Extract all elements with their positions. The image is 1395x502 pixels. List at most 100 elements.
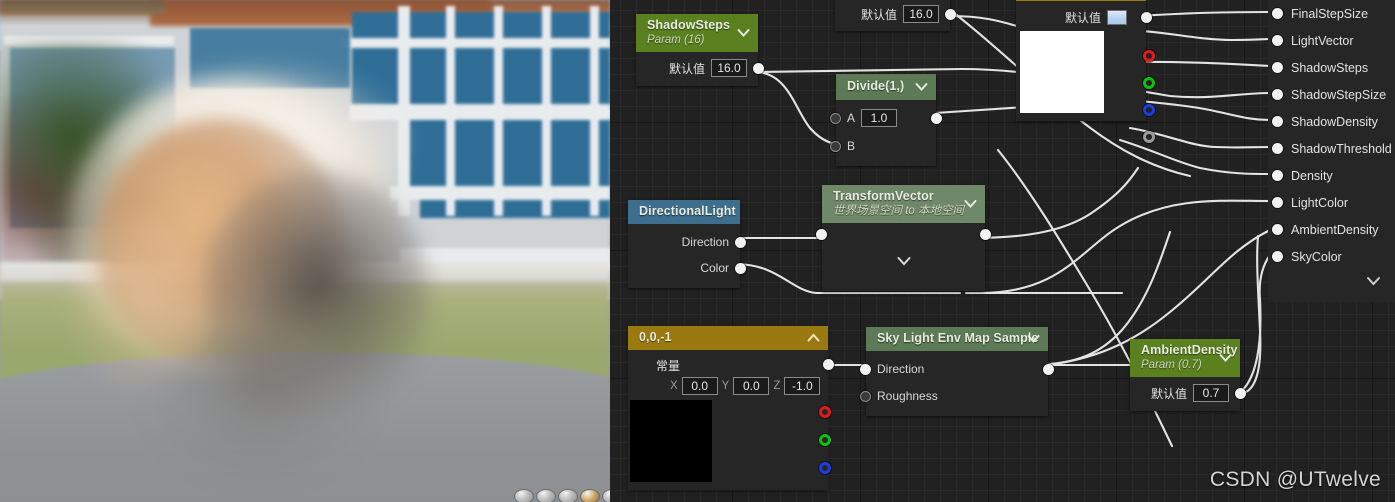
window-band-upper	[352, 12, 610, 108]
node-body: 默认值	[1016, 1, 1155, 143]
material-preview-viewport[interactable]	[0, 0, 610, 502]
node-header[interactable]: Sky Light Env Map Sample	[866, 327, 1048, 351]
output-pin[interactable]	[753, 62, 764, 74]
default-value-field[interactable]: 16.0	[711, 59, 747, 77]
pin-row-shadow-step-size[interactable]: ShadowStepSize	[1268, 81, 1395, 108]
color-swatch[interactable]	[1107, 9, 1127, 25]
input-pin-a[interactable]	[830, 112, 841, 124]
smoke-tail	[150, 330, 370, 480]
preview-shape-sphere-icon[interactable]	[514, 489, 534, 502]
node-header[interactable]: Param (8,16,32,1)	[1016, 0, 1146, 1]
default-value-field[interactable]: 0.7	[1193, 384, 1229, 402]
pin-row-ambient-density[interactable]: AmbientDensity	[1268, 216, 1395, 243]
chevron-down-icon[interactable]	[1027, 335, 1040, 344]
chevron-down-icon[interactable]	[1219, 354, 1232, 363]
output-pin-color[interactable]	[735, 262, 746, 274]
function-input-pin-list[interactable]: FinalStepSize LightVector ShadowSteps Sh…	[1268, 0, 1395, 302]
output-pin[interactable]	[945, 8, 956, 20]
axis-value-x[interactable]: 0.0	[681, 377, 718, 395]
pin-label: LightColor	[1291, 195, 1348, 210]
chevron-down-icon[interactable]	[915, 83, 928, 92]
node-step-size-default[interactable]: 默认值 16.0	[835, 0, 956, 31]
chevron-down-icon[interactable]	[737, 29, 750, 38]
output-pin-b[interactable]	[1143, 104, 1155, 116]
output-pin-b[interactable]	[819, 462, 831, 474]
output-pin-g[interactable]	[819, 434, 831, 446]
node-ambient-density-param[interactable]: AmbientDensity Param (0.7) 默认值 0.7	[1130, 339, 1246, 411]
node-sky-light-env-map-sample[interactable]: Sky Light Env Map Sample Direction Rough…	[860, 327, 1054, 416]
output-pin-g[interactable]	[1143, 77, 1155, 89]
node-header[interactable]: 0,0,-1	[628, 326, 828, 350]
pin-row-shadow-steps[interactable]: ShadowSteps	[1268, 54, 1395, 81]
node-title: AmbientDensity	[1141, 343, 1238, 357]
material-node-graph[interactable]: ShadowSteps Param (16) 默认值 16.0 默认值 16.0	[610, 0, 1395, 502]
input-pin-roughness[interactable]	[860, 390, 871, 402]
input-pin-direction[interactable]	[860, 363, 871, 375]
pin-row-shadow-density[interactable]: ShadowDensity	[1268, 108, 1395, 135]
node-title: TransformVector	[833, 189, 934, 203]
chevron-up-icon[interactable]	[807, 333, 820, 343]
output-pin-direction[interactable]	[735, 236, 746, 248]
output-pin-vector[interactable]	[980, 229, 991, 240]
pin-label: FinalStepSize	[1291, 6, 1369, 21]
default-value-label: 默认值	[1064, 10, 1101, 25]
axis-value-z[interactable]: -1.0	[784, 377, 821, 395]
node-shadow-steps-param[interactable]: ShadowSteps Param (16) 默认值 16.0	[636, 14, 764, 86]
output-pin-r[interactable]	[1143, 50, 1155, 62]
output-pin[interactable]	[1043, 364, 1054, 375]
axis-label-y: Y	[721, 380, 730, 392]
node-header[interactable]: AmbientDensity Param (0.7)	[1130, 339, 1240, 377]
node-step-size-vector-param[interactable]: Param (8,16,32,1) 默认值	[1016, 0, 1155, 143]
input-pin[interactable]	[1272, 35, 1283, 46]
input-pin[interactable]	[1272, 197, 1283, 208]
output-pin-vector[interactable]	[823, 359, 834, 370]
node-constant-vector[interactable]: 0,0,-1 常量 X 0.0 Y 0.0 Z -1.0	[628, 326, 834, 490]
preview-shape-cube-icon[interactable]	[536, 489, 556, 502]
output-pin-r[interactable]	[819, 406, 831, 418]
preview-shape-cylinder-icon[interactable]	[580, 489, 600, 502]
node-body: 默认值 16.0	[636, 52, 764, 86]
axis-label-x: X	[670, 380, 678, 392]
pin-row-shadow-threshold[interactable]: ShadowThreshold	[1268, 135, 1395, 162]
input-pin-b[interactable]	[830, 140, 841, 152]
preview-shape-plane-icon[interactable]	[558, 489, 578, 502]
pin-label: ShadowThreshold	[1291, 141, 1392, 156]
input-pin[interactable]	[1272, 116, 1283, 127]
input-pin[interactable]	[1272, 62, 1283, 73]
default-value-field[interactable]: 16.0	[903, 5, 939, 23]
pin-label: AmbientDensity	[1291, 222, 1379, 237]
input-pin[interactable]	[1272, 251, 1283, 262]
pin-row-sky-color[interactable]: SkyColor	[1268, 243, 1395, 270]
output-pin[interactable]	[931, 112, 942, 124]
input-pin[interactable]	[1272, 224, 1283, 235]
node-expand-chevron-icon[interactable]	[896, 253, 911, 271]
node-transform-vector[interactable]: TransformVector 世界场景空间 to 本地空间	[816, 185, 991, 291]
node-header[interactable]: ShadowSteps Param (16)	[636, 14, 758, 52]
node-subtitle: Param (16)	[647, 34, 705, 46]
node-header[interactable]: TransformVector 世界场景空间 to 本地空间	[822, 185, 985, 223]
input-pin-vector[interactable]	[816, 229, 827, 240]
node-header[interactable]: DirectionalLight	[628, 200, 740, 224]
input-value-a[interactable]: 1.0	[861, 109, 898, 127]
pin-row-light-vector[interactable]: LightVector	[1268, 27, 1395, 54]
pin-list-collapse-chevron-icon[interactable]	[1268, 270, 1395, 292]
node-header[interactable]: Divide(1,)	[836, 74, 936, 100]
preview-shape-toolbar[interactable]	[514, 489, 610, 502]
pin-row-density[interactable]: Density	[1268, 162, 1395, 189]
output-pin[interactable]	[1235, 387, 1246, 399]
output-pin-a[interactable]	[1143, 131, 1155, 143]
node-directional-light[interactable]: DirectionalLight Direction Color	[628, 200, 746, 288]
pin-row-final-step-size[interactable]: FinalStepSize	[1268, 0, 1395, 27]
input-pin[interactable]	[1272, 89, 1283, 100]
input-pin[interactable]	[1272, 8, 1283, 19]
input-pin[interactable]	[1272, 170, 1283, 181]
chevron-down-icon[interactable]	[964, 200, 977, 209]
default-value-label: 默认值	[1150, 386, 1187, 401]
node-divide[interactable]: Divide(1,) A 1.0 B	[830, 74, 942, 166]
input-pin[interactable]	[1272, 143, 1283, 154]
axis-value-y[interactable]: 0.0	[733, 377, 770, 395]
preview-shape-custom-icon[interactable]	[602, 489, 610, 502]
output-pin-rgba[interactable]	[1141, 11, 1152, 23]
pin-row-light-color[interactable]: LightColor	[1268, 189, 1395, 216]
node-title: DirectionalLight	[639, 204, 736, 218]
